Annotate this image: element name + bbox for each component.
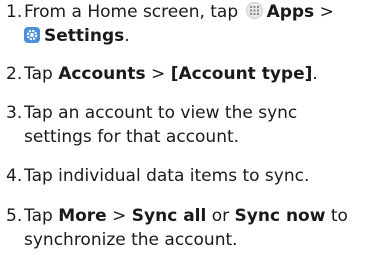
step-line: synchronize the account.: [24, 230, 238, 250]
step-number: 4.: [6, 166, 23, 186]
apps-grid-icon: [245, 2, 263, 19]
sync-now-label: Sync now: [234, 206, 326, 226]
step-line: Settings.: [24, 24, 130, 48]
separator: >: [319, 2, 334, 22]
settings-label: Settings: [44, 26, 125, 46]
step-text: From a Home screen, tap: [24, 2, 239, 22]
step-text: Tap: [24, 206, 53, 226]
step-text: to: [330, 206, 348, 226]
step-line: Tap More > Sync all or Sync now to: [24, 204, 348, 228]
step-text: or: [211, 206, 230, 226]
step-number: 2.: [6, 64, 23, 84]
period: .: [312, 64, 318, 84]
step-line: Tap an account to view the sync: [24, 103, 298, 123]
step-number: 1.: [6, 2, 23, 22]
step-line: settings for that account.: [24, 127, 240, 147]
settings-gear-icon: [24, 27, 40, 43]
step-line: From a Home screen, tap Apps >: [24, 0, 334, 24]
sync-all-label: Sync all: [131, 206, 207, 226]
step-number: 5.: [6, 206, 23, 226]
period: .: [124, 26, 130, 46]
step-line: Tap individual data items to sync.: [24, 166, 310, 186]
apps-label: Apps: [266, 2, 315, 22]
account-type-label: [Account type]: [170, 64, 313, 84]
step-line: Tap Accounts > [Account type].: [24, 62, 318, 86]
step-text: Tap: [24, 64, 53, 84]
separator: >: [112, 206, 127, 226]
separator: >: [151, 64, 166, 84]
more-label: More: [58, 206, 107, 226]
step-number: 3.: [6, 103, 23, 123]
accounts-label: Accounts: [58, 64, 146, 84]
